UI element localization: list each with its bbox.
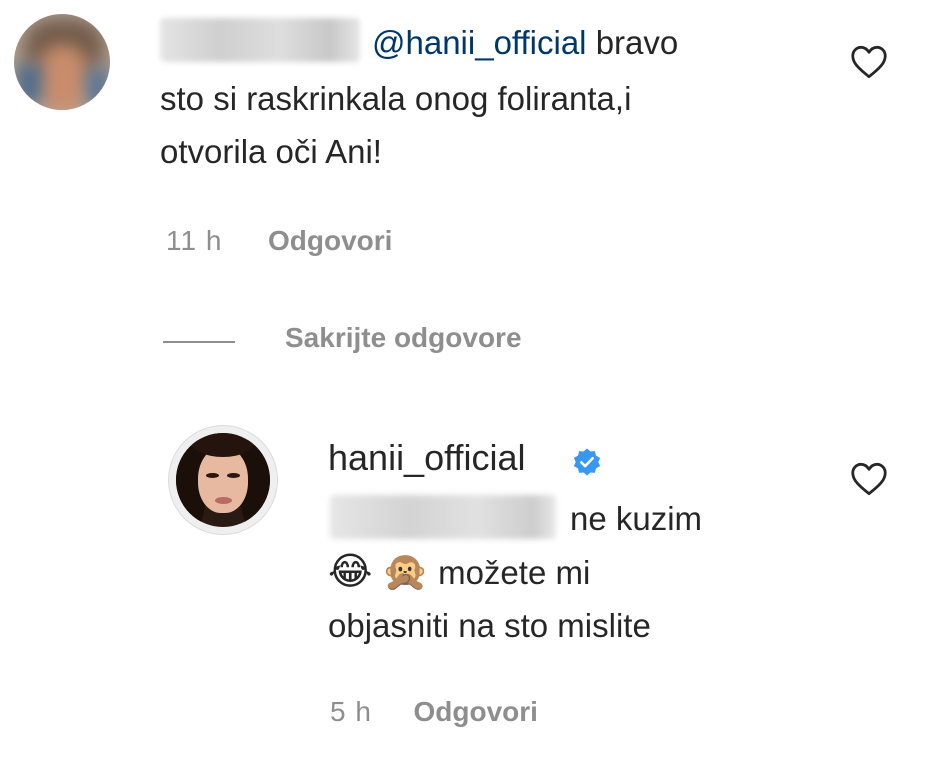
reply-reply-button[interactable]: Odgovori — [414, 696, 538, 727]
reply-line-3: objasniti na sto mislite — [328, 607, 651, 644]
reply-username[interactable]: hanii_official — [328, 437, 525, 479]
commenter-username-redacted[interactable] — [160, 18, 360, 62]
tears-of-joy-emoji: 😂 — [328, 551, 373, 593]
comment-line-3: otvorila oči Ani! — [160, 133, 382, 170]
reply-line-2: 😂 🙊 možete mi — [328, 546, 590, 599]
comment-line-1: @hanii_official bravo — [372, 16, 678, 69]
comment-line-2: sto si raskrinkala onog foliranta,i — [160, 80, 632, 117]
mentioned-user-redacted[interactable] — [330, 495, 556, 539]
comment-text-start: bravo — [595, 24, 679, 61]
heart-outline-icon[interactable] — [850, 45, 888, 79]
reply-line-1: ne kuzim — [570, 500, 703, 537]
speak-no-evil-monkey-emoji: 🙊 — [381, 551, 429, 593]
mention-link[interactable]: @hanii_official — [372, 24, 587, 61]
verified-badge-icon — [573, 448, 601, 476]
reply-meta: 5 h Odgovori — [330, 696, 538, 728]
hide-replies-button[interactable]: Sakrijte odgovore — [285, 322, 522, 354]
replies-divider — [163, 341, 235, 343]
comment-timestamp[interactable]: 11 h — [166, 225, 222, 256]
reply-avatar[interactable] — [168, 425, 278, 535]
reply-button[interactable]: Odgovori — [268, 225, 392, 256]
reply-text-continued: možete mi — [438, 554, 591, 591]
commenter-avatar[interactable] — [14, 14, 110, 110]
comment-meta: 11 h Odgovori — [166, 225, 392, 257]
reply-timestamp[interactable]: 5 h — [330, 696, 372, 727]
heart-outline-icon[interactable] — [850, 462, 888, 496]
